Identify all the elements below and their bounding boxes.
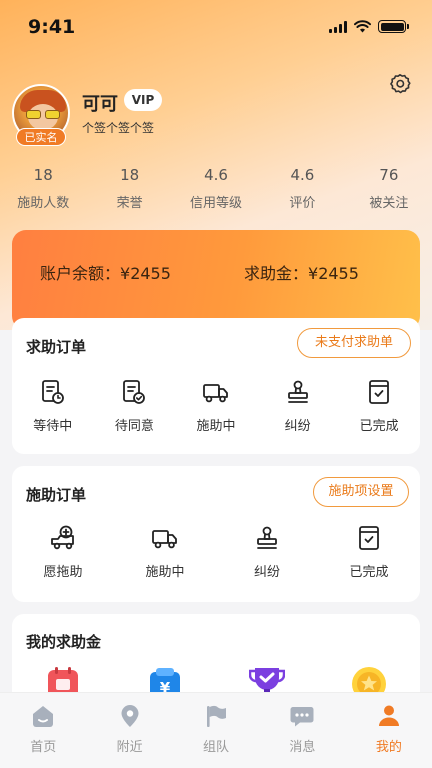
help-order-dispute[interactable]: 纠纷 (257, 378, 339, 434)
tab-label: 组队 (203, 740, 230, 755)
stat-value: 18 (120, 166, 140, 184)
settings-gear-icon[interactable] (388, 72, 412, 96)
help-order-waiting[interactable]: 等待中 (12, 378, 94, 434)
signal-icon (329, 20, 347, 33)
tab-messages[interactable]: 消息 (259, 693, 345, 768)
assist-settings-button[interactable]: 施助项设置 (313, 477, 409, 507)
help-fund-label: 求助金： (244, 264, 309, 283)
flag-icon (207, 705, 227, 727)
tab-label: 附近 (116, 740, 143, 755)
user-signature: 个签个签个签 (82, 121, 155, 135)
item-label: 愿拖助 (43, 565, 83, 580)
help-fund-title: 我的求助金 (26, 633, 102, 651)
completed-box-icon (359, 526, 379, 550)
tab-label: 我的 (375, 740, 402, 755)
stat-value: 4.6 (290, 166, 315, 184)
stat-credit-level[interactable]: 4.6 信用等级 (173, 166, 259, 211)
stat-value: 76 (379, 166, 399, 184)
help-order-in-progress[interactable]: 施助中 (175, 378, 257, 434)
help-order-completed[interactable]: 已完成 (338, 378, 420, 434)
stat-value: 18 (33, 166, 53, 184)
item-label: 已完成 (359, 419, 399, 434)
status-bar: 9:41 (0, 0, 432, 54)
account-balance-value: ¥2455 (120, 264, 171, 283)
assist-orders-card: 施助订单 施助项设置 愿拖助 施助中 纠纷 已完成 (12, 466, 420, 602)
stat-label: 施助人数 (17, 196, 70, 211)
stamp-icon (287, 380, 308, 403)
stat-label: 信用等级 (190, 196, 243, 211)
truck-icon (203, 384, 228, 403)
chat-bubble-icon (290, 707, 314, 727)
help-fund-balance: 求助金：¥2455 (244, 260, 359, 284)
truck-icon (152, 530, 177, 549)
stat-value: 4.6 (204, 166, 228, 184)
stat-followers[interactable]: 76 被关注 (346, 166, 432, 211)
status-time: 9:41 (28, 16, 76, 38)
help-fund-value: ¥2455 (308, 264, 359, 283)
profile-stats: 18 施助人数 18 荣誉 4.6 信用等级 4.6 评价 76 被关注 (0, 166, 432, 211)
stat-label: 被关注 (369, 196, 409, 211)
assist-orders-title: 施助订单 (26, 486, 87, 504)
assist-order-completed[interactable]: 已完成 (318, 524, 420, 580)
help-orders-title: 求助订单 (26, 338, 87, 356)
item-label: 纠纷 (253, 565, 280, 580)
bottom-tab-bar: 首页 附近 组队 消息 我的 (0, 692, 432, 768)
item-label: 纠纷 (284, 419, 311, 434)
status-icons (329, 20, 409, 33)
wifi-icon (354, 20, 371, 33)
tab-nearby[interactable]: 附近 (86, 693, 172, 768)
verified-badge: 已实名 (16, 128, 66, 146)
balance-card[interactable]: 账户余额：¥2455 求助金：¥2455 (12, 230, 420, 330)
item-label: 施助中 (196, 419, 236, 434)
tab-label: 首页 (30, 740, 57, 755)
item-label: 已完成 (349, 565, 389, 580)
help-order-pending-approval[interactable]: 待同意 (94, 378, 176, 434)
clock-document-icon (41, 380, 64, 404)
item-label: 等待中 (33, 419, 73, 434)
stat-label: 评价 (289, 196, 316, 211)
tab-team[interactable]: 组队 (173, 693, 259, 768)
help-orders-card: 求助订单 未支付求助单 等待中 待同意 施助中 纠纷 已完成 (12, 318, 420, 454)
tab-label: 消息 (289, 740, 316, 755)
account-balance-label: 账户余额： (40, 264, 121, 283)
check-document-icon (123, 380, 146, 404)
item-label: 待同意 (114, 419, 154, 434)
location-pin-icon (121, 705, 139, 727)
tow-truck-plus-icon (51, 525, 74, 550)
item-label: 施助中 (145, 565, 185, 580)
stat-honors[interactable]: 18 荣誉 (86, 166, 172, 211)
stat-label: 荣誉 (116, 196, 143, 211)
vip-badge: VIP (124, 89, 162, 111)
completed-box-icon (369, 380, 390, 404)
assist-order-in-progress[interactable]: 施助中 (114, 524, 216, 580)
unpaid-help-orders-button[interactable]: 未支付求助单 (297, 328, 411, 358)
tab-mine[interactable]: 我的 (346, 693, 432, 768)
account-balance: 账户余额：¥2455 (40, 260, 171, 284)
stat-rating[interactable]: 4.6 评价 (259, 166, 345, 211)
battery-icon (378, 20, 409, 33)
tab-home[interactable]: 首页 (0, 693, 86, 768)
stat-helped-count[interactable]: 18 施助人数 (0, 166, 86, 211)
person-icon (378, 705, 399, 726)
user-name: 可可 (82, 94, 118, 115)
stamp-icon (257, 526, 277, 549)
home-icon (33, 706, 54, 727)
assist-order-willing-tow[interactable]: 愿拖助 (12, 524, 114, 580)
assist-order-dispute[interactable]: 纠纷 (216, 524, 318, 580)
